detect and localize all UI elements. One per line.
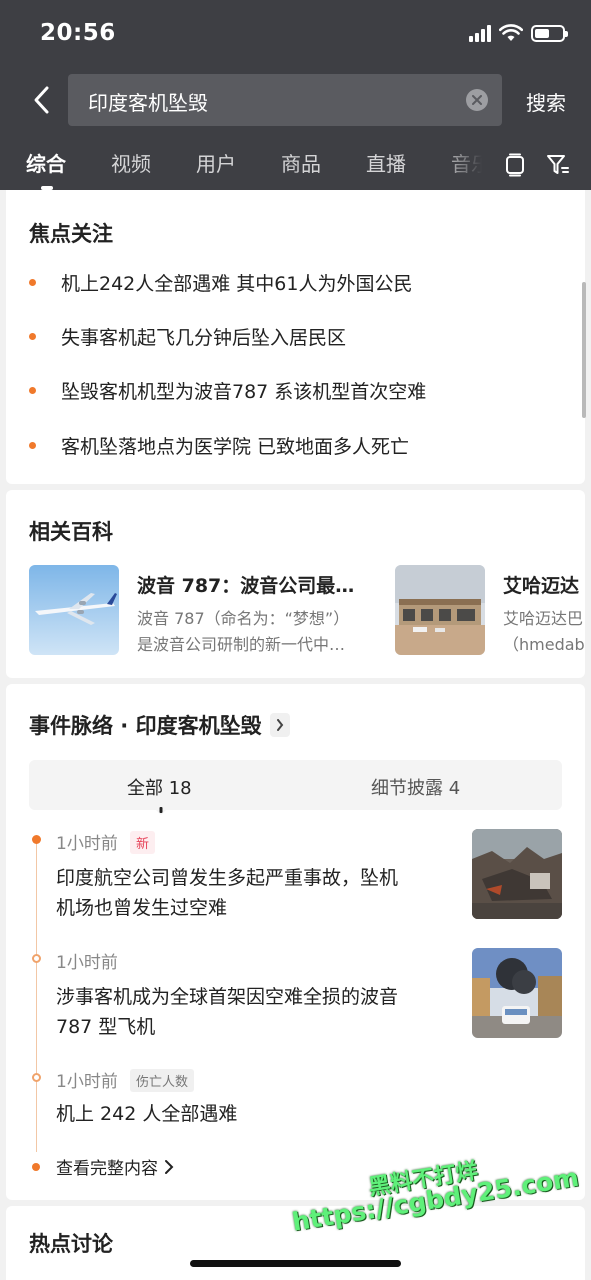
ahmedabad-airport-image [395,565,485,655]
encyclopedia-item-title: 艾哈迈达 [503,575,580,597]
timeline-text-line: 787 型飞机 [56,1016,156,1038]
encyclopedia-item-title: 波音 787：波音公司最… [137,575,355,597]
timeline-time: 1小时前 [56,834,118,854]
top-bar: 20:56 印度客机坠毁 搜索 综合 视频 用户 商品 直播 [0,0,591,190]
boeing-787-image [29,565,119,655]
segment-all[interactable]: 全部 18 [127,774,192,800]
search-button[interactable]: 搜索 [526,87,566,116]
bullet-dot [29,386,36,394]
focus-title: 焦点关注 [29,222,113,246]
battery-icon [531,24,568,42]
encyclopedia-item[interactable]: 波音 787：波音公司最… 波音 787（命名为：“梦想”） 是波音公司研制的新… [29,565,379,657]
home-indicator[interactable] [190,1260,401,1267]
view-full-content-link[interactable]: 查看完整内容 [32,1154,176,1179]
encyclopedia-item-desc: （hmedaba [503,635,585,654]
tab-users[interactable]: 用户 [196,148,236,177]
encyclopedia-item-desc: 波音 787（命名为：“梦想”） [137,609,350,628]
focus-item[interactable]: 机上242人全部遇难 其中61人为外国公民 [29,267,412,297]
status-time: 20:56 [40,20,116,46]
encyclopedia-item-desc: 艾哈迈达巴 [503,609,584,628]
encyclopedia-item[interactable]: 艾哈迈达 艾哈迈达巴 （hmedaba [395,565,585,657]
hot-discussion-card: 热点讨论 [6,1206,585,1280]
focus-item[interactable]: 客机坠落地点为医学院 已致地面多人死亡 [29,430,409,460]
timeline-text-line: 涉事客机成为全球首架因空难全损的波音 [56,986,399,1008]
timeline-line [36,840,37,1152]
focus-card: 焦点关注 机上242人全部遇难 其中61人为外国公民 失事客机起飞几分钟后坠入居… [6,190,585,484]
close-icon [472,95,482,105]
timeline-text-line: 机场也曾发生过空难 [56,897,228,919]
tab-comprehensive[interactable]: 综合 [26,148,66,177]
bullet-dot [29,441,36,449]
timeline-title: 事件脉络 · 印度客机坠毁 [29,714,262,738]
chevron-left-icon [34,86,49,114]
focus-item[interactable]: 坠毁客机机型为波音787 系该机型首次空难 [29,375,426,405]
tab-live[interactable]: 直播 [366,148,406,177]
page-scrollbar[interactable] [582,282,586,418]
category-tabs: 综合 视频 用户 商品 直播 音乐 [0,140,591,190]
filter-button[interactable] [545,152,571,178]
encyclopedia-item-desc: 是波音公司研制的新一代中… [137,635,346,654]
timeline-segment-control: 全部 18 细节披露 4 [29,760,562,810]
segment-details[interactable]: 细节披露 4 [371,774,460,800]
crash-site-street-image [472,948,562,1038]
search-row: 印度客机坠毁 搜索 [0,74,591,126]
chevron-right-icon [269,713,290,737]
timeline-text-line: 印度航空公司曾发生多起严重事故，坠机 [56,867,399,889]
back-button[interactable] [26,84,56,116]
bullet-dot [32,1162,40,1171]
search-query: 印度客机坠毁 [88,91,208,115]
tab-list-button[interactable] [502,152,528,178]
bullet-dot [29,332,36,340]
view-full-content-label: 查看完整内容 [56,1159,158,1179]
timeline-dot [32,954,41,963]
status-bar: 20:56 [0,0,591,70]
encyclopedia-title: 相关百科 [29,520,113,544]
timeline-text-line: 机上 242 人全部遇难 [56,1103,238,1125]
crash-wreckage-image [472,829,562,919]
chevron-right-icon [165,1159,174,1174]
timeline-time: 1小时前 [56,1072,118,1092]
timeline-dot [32,1073,41,1082]
focus-item[interactable]: 失事客机起飞几分钟后坠入居民区 [29,321,346,351]
search-input[interactable]: 印度客机坠毁 [68,74,502,126]
clear-search-button[interactable] [466,89,488,111]
new-badge: 新 [130,831,156,854]
cellular-signal-icon [469,24,491,42]
segment-pointer-icon [152,806,170,815]
timeline-card: 事件脉络 · 印度客机坠毁 全部 18 细节披露 4 1小时前 新 印度航空公司… [6,684,585,1200]
tab-video[interactable]: 视频 [111,148,151,177]
focus-item-text: 客机坠落地点为医学院 已致地面多人死亡 [61,435,410,458]
timeline-dot [32,835,41,844]
hot-discussion-title: 热点讨论 [29,1232,113,1256]
focus-item-text: 坠毁客机机型为波音787 系该机型首次空难 [61,380,427,403]
tab-products[interactable]: 商品 [281,148,321,177]
focus-item-text: 机上242人全部遇难 其中61人为外国公民 [61,272,413,295]
wifi-icon [499,24,523,41]
filter-icon [547,155,569,174]
encyclopedia-card: 相关百科 波音 787：波音公司最… 波音 787（命名为：“梦想”） 是波音公… [6,490,585,678]
casualty-tag-badge: 伤亡人数 [130,1069,195,1092]
timeline-header[interactable]: 事件脉络 · 印度客机坠毁 [29,710,290,740]
bullet-dot [29,278,36,286]
status-icons [469,24,568,42]
focus-item-text: 失事客机起飞几分钟后坠入居民区 [61,326,347,349]
tab-overflow-fade [440,140,500,190]
timeline-time: 1小时前 [56,953,118,973]
tab-list-icon [506,153,524,177]
